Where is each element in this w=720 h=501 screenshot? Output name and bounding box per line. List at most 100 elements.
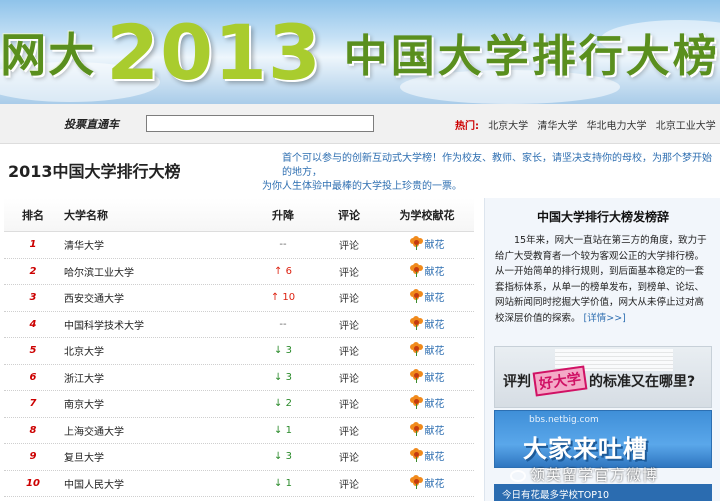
flower-cell: 献花 — [380, 448, 474, 465]
ad2-text: 大家来吐槽 — [523, 435, 648, 463]
flower-icon — [409, 289, 423, 304]
give-flower-button[interactable]: 献花 — [409, 315, 445, 331]
flower-icon — [409, 448, 423, 463]
comment-link[interactable]: 评论 — [318, 370, 380, 385]
intro-text: 首个可以参与的创新互动式大学榜！作为校友、教师、家长，请坚决支持你的母校，为那个… — [262, 152, 714, 194]
comment-link[interactable]: 评论 — [318, 396, 380, 411]
ad-good-university-text: 评判 好大学 的标准又在哪里? — [503, 365, 695, 397]
ad-good-university[interactable]: 评判 好大学 的标准又在哪里? — [494, 346, 712, 408]
university-name[interactable]: 复旦大学 — [62, 449, 248, 464]
flower-icon — [409, 395, 423, 410]
university-name[interactable]: 中国科学技术大学 — [62, 317, 248, 332]
rank-cell: 4 — [29, 318, 37, 330]
table-header: 排名 大学名称 升降 评论 为学校献花 — [4, 198, 474, 232]
flower-cell: 献花 — [380, 342, 474, 359]
university-name[interactable]: 中国人民大学 — [62, 476, 248, 491]
rank-cell: 9 — [29, 451, 37, 463]
university-name[interactable]: 北京大学 — [62, 343, 248, 358]
give-flower-button[interactable]: 献花 — [409, 368, 445, 384]
comment-link[interactable]: 评论 — [318, 423, 380, 438]
hot-label: 热门: — [455, 121, 479, 132]
hot-link-ncepu[interactable]: 华北电力大学 — [587, 121, 647, 132]
watermark: 领英留学官方微博 — [510, 464, 658, 485]
detail-link[interactable]: [详情>>] — [584, 313, 626, 324]
rank-cell: 1 — [29, 239, 37, 251]
give-flower-button[interactable]: 献花 — [409, 262, 445, 278]
flower-icon — [409, 368, 423, 383]
watermark-text: 领英留学官方微博 — [530, 466, 659, 484]
banner: 网大 2013 中国大学排行大榜 — [0, 0, 720, 104]
comment-link[interactable]: 评论 — [318, 290, 380, 305]
header-flower: 为学校献花 — [399, 208, 455, 222]
intro-line: 首个可以参与的创新互动式大学榜！作为校友、教师、家长，请坚决支持你的母校，为那个… — [282, 153, 712, 178]
table-row: 5 北京大学 ↓ 3 评论 献花 — [4, 338, 474, 365]
table-row: 3 西安交通大学 ↑ 10 评论 献花 — [4, 285, 474, 312]
flower-label: 献花 — [424, 319, 445, 331]
rank-change: -- — [279, 239, 287, 251]
search-bar: 投票直通车 热门: 北京大学 清华大学 华北电力大学 北京工业大学 — [0, 104, 720, 144]
give-flower-button[interactable]: 献花 — [409, 395, 445, 410]
table-row: 7 南京大学 ↓ 2 评论 献花 — [4, 391, 474, 418]
hot-link-pku[interactable]: 北京大学 — [488, 121, 528, 132]
comment-link[interactable]: 评论 — [318, 343, 380, 358]
ranking-table: 排名 大学名称 升降 评论 为学校献花 1 清华大学 -- 评论 献花 2 哈尔滨工业大学 ↑… — [4, 198, 474, 497]
give-flower-button[interactable]: 献花 — [409, 342, 445, 357]
flower-cell: 献花 — [380, 368, 474, 386]
table-row: 2 哈尔滨工业大学 ↑ 6 评论 献花 — [4, 259, 474, 285]
comment-link[interactable]: 评论 — [318, 317, 380, 332]
hot-links: 热门: 北京大学 清华大学 华北电力大学 北京工业大学 — [455, 117, 720, 132]
comment-link[interactable]: 评论 — [318, 264, 380, 279]
hot-link-tsinghua[interactable]: 清华大学 — [537, 121, 577, 132]
give-flower-button[interactable]: 献花 — [409, 474, 445, 490]
intro-line: 为你人生体验中最棒的大学投上珍贵的一票。 — [262, 181, 462, 192]
flower-label: 献花 — [424, 266, 445, 278]
banner-heading: 中国大学排行大榜 — [343, 31, 720, 82]
rank-cell: 3 — [29, 292, 37, 304]
table-row: 1 清华大学 -- 评论 献花 — [4, 232, 474, 259]
university-name[interactable]: 清华大学 — [62, 237, 248, 252]
header-change: 升降 — [272, 208, 294, 222]
comment-link[interactable]: 评论 — [318, 237, 380, 252]
give-flower-button[interactable]: 献花 — [409, 289, 445, 304]
university-name[interactable]: 浙江大学 — [62, 370, 248, 385]
flower-cell: 献花 — [380, 236, 474, 253]
give-flower-button[interactable]: 献花 — [409, 421, 445, 437]
vote-express-logo: 投票直通车 — [64, 118, 119, 131]
flower-icon — [409, 474, 423, 489]
rank-change: ↓ 2 — [274, 398, 292, 410]
university-name[interactable]: 南京大学 — [62, 396, 248, 411]
weibo-icon — [510, 469, 526, 482]
flower-cell: 献花 — [380, 289, 474, 306]
give-flower-button[interactable]: 献花 — [409, 236, 445, 252]
rank-cell: 8 — [29, 424, 37, 436]
flower-icon — [409, 342, 423, 357]
search-input[interactable] — [146, 115, 374, 132]
rank-cell: 5 — [29, 345, 37, 357]
table-row: 9 复旦大学 ↓ 3 评论 献花 — [4, 444, 474, 471]
comment-link[interactable]: 评论 — [318, 476, 380, 491]
banner-prefix: 网大 — [0, 28, 97, 82]
comment-link[interactable]: 评论 — [318, 449, 380, 464]
flower-icon — [409, 421, 423, 436]
flower-label: 献花 — [424, 372, 445, 384]
university-name[interactable]: 哈尔滨工业大学 — [62, 264, 248, 279]
rank-cell: 7 — [29, 398, 37, 410]
table-row: 4 中国科学技术大学 -- 评论 献花 — [4, 312, 474, 338]
flower-cell: 献花 — [380, 315, 474, 333]
university-name[interactable]: 上海交通大学 — [62, 423, 248, 438]
give-flower-button[interactable]: 献花 — [409, 448, 445, 463]
ad1-badge: 好大学 — [532, 365, 588, 397]
flower-icon — [409, 262, 423, 277]
hot-link-bjut[interactable]: 北京工业大学 — [656, 121, 716, 132]
table-row: 8 上海交通大学 ↓ 1 评论 献花 — [4, 418, 474, 444]
rank-change: ↓ 3 — [274, 451, 292, 463]
ad2-url: bbs.netbig.com — [529, 415, 599, 425]
ad-complain[interactable]: bbs.netbig.com 大家来吐槽 — [494, 410, 712, 468]
rank-change: ↓ 3 — [274, 345, 292, 357]
university-name[interactable]: 西安交通大学 — [62, 290, 248, 305]
banner-year: 2013 — [106, 7, 322, 97]
ad-flower-top10[interactable]: 今日有花最多学校TOP10 — [494, 484, 712, 501]
flower-label: 献花 — [424, 240, 445, 252]
flower-label: 献花 — [424, 478, 445, 490]
header-comment: 评论 — [338, 208, 360, 222]
